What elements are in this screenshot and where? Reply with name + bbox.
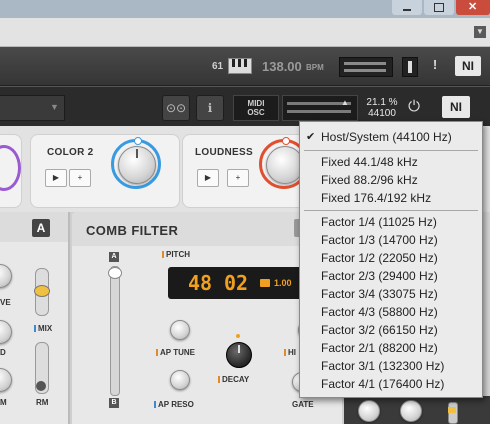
m-label: M	[0, 398, 7, 407]
menu-item[interactable]: Factor 2/1 (88200 Hz)	[300, 339, 482, 357]
level-indicator	[402, 57, 418, 77]
color2-knob[interactable]	[118, 146, 156, 184]
decay-knob[interactable]	[226, 342, 252, 368]
close-icon: ✕	[468, 1, 478, 13]
ap-tune-label: AP TUNE	[160, 348, 195, 357]
mix-slider[interactable]	[34, 268, 50, 316]
chevron-up-icon: ▲	[341, 98, 349, 107]
window-titlebar: ✕	[0, 0, 490, 18]
comb-filter-title: COMB FILTER	[86, 223, 179, 238]
pitch-value-1[interactable]: 48	[188, 271, 212, 295]
close-button[interactable]: ✕	[456, 0, 490, 15]
rm-slider[interactable]	[35, 342, 49, 394]
ap-reso-label: AP RESO	[158, 400, 194, 409]
slider-bottom-label: B	[109, 398, 119, 408]
slider-top-label: A	[109, 252, 119, 262]
menu-item[interactable]: ✔ Host/System (44100 Hz)	[300, 128, 482, 146]
pitch-value-2[interactable]: 02	[224, 271, 248, 295]
osc-label: OSC	[247, 108, 265, 117]
tape-icon[interactable]: ⊙⊙	[162, 95, 190, 121]
right-slider[interactable]	[448, 402, 458, 424]
loudness-label: LOUDNESS	[195, 147, 253, 158]
maximize-icon	[434, 3, 444, 12]
play-button[interactable]: ▶	[45, 169, 67, 187]
gate-label: GATE	[292, 400, 314, 409]
right-knob-1[interactable]	[358, 400, 380, 422]
color2-label: COLOR 2	[47, 147, 94, 158]
menu-item[interactable]: Factor 2/3 (29400 Hz)	[300, 267, 482, 285]
left-knob-2[interactable]	[0, 320, 12, 344]
minimize-button[interactable]	[392, 0, 422, 15]
menu-item[interactable]: Factor 4/3 (58800 Hz)	[300, 303, 482, 321]
info-icon[interactable]: ℹ	[196, 95, 224, 121]
power-icon[interactable]: ⏻	[405, 98, 423, 116]
ap-tune-knob[interactable]	[170, 320, 190, 340]
chevron-down-icon[interactable]: ▼	[474, 26, 486, 38]
tempo-value[interactable]: 138.00	[262, 59, 302, 74]
keyboard-icon[interactable]	[228, 58, 252, 74]
macro-panel-1	[0, 134, 22, 208]
menu-item[interactable]: Fixed 176.4/192 kHz	[300, 189, 482, 207]
ap-reso-knob[interactable]	[170, 370, 190, 390]
mix-slider-handle[interactable]	[34, 285, 50, 297]
pitch-small-value: 1.00	[274, 278, 292, 288]
menu-item[interactable]: Factor 3/4 (33075 Hz)	[300, 285, 482, 303]
menu-item[interactable]: Fixed 44.1/48 kHz	[300, 153, 482, 171]
midi-channel: 61	[212, 61, 224, 72]
add-button[interactable]: +	[69, 169, 91, 187]
checkmark-icon: ✔	[306, 131, 316, 143]
pitch-label: PITCH	[166, 250, 190, 259]
ab-slider[interactable]	[108, 266, 122, 396]
menu-separator	[304, 210, 478, 211]
sample-rate-readout[interactable]: 44100	[362, 109, 402, 119]
play-button[interactable]: ▶	[197, 169, 219, 187]
menu-item[interactable]: Factor 1/3 (14700 Hz)	[300, 231, 482, 249]
macro-knob-1[interactable]	[0, 145, 21, 191]
menu-item[interactable]: Factor 4/1 (176400 Hz)	[300, 375, 482, 393]
decay-label: DECAY	[222, 375, 250, 384]
ab-slider-handle[interactable]	[108, 267, 122, 279]
macro-panel-color2: COLOR 2 ▶ +	[30, 134, 180, 208]
rm-slider-handle[interactable]	[36, 381, 46, 391]
mix-label: MIX	[38, 324, 53, 333]
menu-item[interactable]: Factor 3/2 (66150 Hz)	[300, 321, 482, 339]
left-module: A VE D M MIX RM	[0, 212, 70, 424]
midi-osc-indicator: MIDI OSC	[233, 95, 279, 121]
ni-logo-icon[interactable]: NI	[455, 56, 481, 76]
host-toolbar: 61 138.00 BPM ! NI	[0, 47, 490, 86]
menu-item[interactable]: Factor 3/1 (132300 Hz)	[300, 357, 482, 375]
pitch-display[interactable]: 48 02 1.00	[168, 267, 308, 299]
menu-separator	[304, 150, 478, 151]
keyboard-icon	[260, 279, 270, 287]
add-button[interactable]: +	[227, 169, 249, 187]
master-volume-meter[interactable]	[339, 57, 393, 77]
sample-rate-menu[interactable]: ✔ Host/System (44100 Hz) Fixed 44.1/48 kH…	[299, 121, 483, 398]
d-label: D	[0, 348, 6, 357]
right-knob-2[interactable]	[400, 400, 422, 422]
menu-item[interactable]: Factor 1/2 (22050 Hz)	[300, 249, 482, 267]
left-knob-3[interactable]	[0, 368, 12, 392]
minimize-icon	[403, 9, 411, 11]
ni-logo-icon[interactable]: NI	[442, 96, 470, 118]
preset-select[interactable]: ▼	[0, 95, 65, 121]
menu-item[interactable]: Fixed 88.2/96 kHz	[300, 171, 482, 189]
module-badge[interactable]: A	[32, 219, 50, 237]
hi-label: HI	[288, 348, 296, 357]
ve-label: VE	[0, 298, 11, 307]
color2-knob-ring[interactable]	[111, 137, 161, 189]
tab-strip: ▼	[0, 18, 490, 47]
alert-icon[interactable]: !	[428, 57, 442, 75]
output-meter[interactable]: ▲	[282, 95, 358, 121]
tempo-unit: BPM	[306, 63, 324, 72]
menu-item[interactable]: Factor 1/4 (11025 Hz)	[300, 213, 482, 231]
chevron-down-icon: ▼	[50, 102, 59, 112]
rm-label: RM	[36, 398, 49, 407]
maximize-button[interactable]	[424, 0, 454, 15]
midi-label: MIDI	[247, 99, 265, 108]
cpu-percent: 21.1 %	[366, 97, 398, 108]
left-knob-1[interactable]	[0, 264, 12, 288]
